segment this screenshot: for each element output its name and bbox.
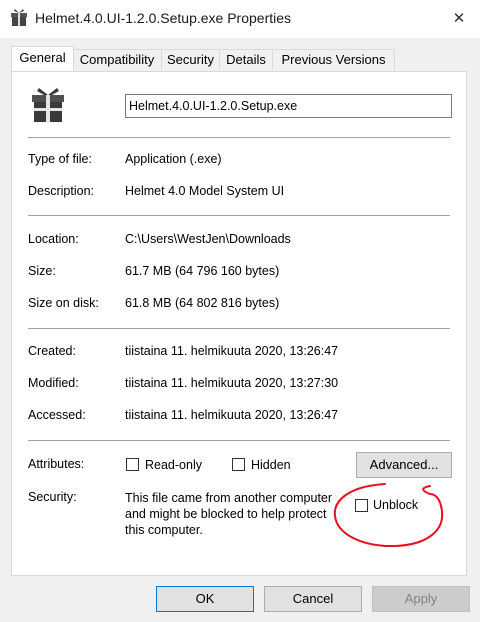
attributes-label: Attributes: <box>28 457 85 471</box>
tab-compatibility[interactable]: Compatibility <box>72 49 162 70</box>
type-value: Application (.exe) <box>125 152 222 166</box>
location-value: C:\Users\WestJen\Downloads <box>125 232 291 246</box>
read-only-checkbox[interactable] <box>126 458 139 471</box>
read-only-label[interactable]: Read-only <box>145 458 202 472</box>
apply-button[interactable]: Apply <box>372 586 470 612</box>
modified-label: Modified: <box>28 376 79 390</box>
close-icon: ✕ <box>452 10 466 27</box>
separator <box>28 215 450 216</box>
unblock-label[interactable]: Unblock <box>373 498 418 512</box>
unblock-checkbox[interactable] <box>355 499 368 512</box>
created-value: tiistaina 11. helmikuuta 2020, 13:26:47 <box>125 344 339 358</box>
size-on-disk-label: Size on disk: <box>28 296 99 310</box>
filename-field[interactable]: Helmet.4.0.UI-1.2.0.Setup.exe <box>125 94 452 118</box>
hidden-checkbox[interactable] <box>232 458 245 471</box>
size-label: Size: <box>28 264 56 278</box>
tab-previous-versions[interactable]: Previous Versions <box>272 49 395 70</box>
tab-security[interactable]: Security <box>161 49 220 70</box>
created-label: Created: <box>28 344 76 358</box>
ok-button[interactable]: OK <box>156 586 254 612</box>
modified-value: tiistaina 11. helmikuuta 2020, 13:27:30 <box>125 376 339 390</box>
tab-details[interactable]: Details <box>219 49 273 70</box>
security-warning-text: This file came from another computer and… <box>125 491 333 537</box>
close-button[interactable]: ✕ <box>442 4 476 34</box>
window-title: Helmet.4.0.UI-1.2.0.Setup.exe Properties <box>35 10 292 26</box>
cancel-button[interactable]: Cancel <box>264 586 362 612</box>
general-panel: Helmet.4.0.UI-1.2.0.Setup.exe Type of fi… <box>11 71 467 576</box>
accessed-label: Accessed: <box>28 408 86 422</box>
advanced-button[interactable]: Advanced... <box>356 452 452 478</box>
description-label: Description: <box>28 184 94 198</box>
size-on-disk-value: 61.8 MB (64 802 816 bytes) <box>125 296 280 310</box>
tab-general[interactable]: General <box>11 46 74 71</box>
title-bar: Helmet.4.0.UI-1.2.0.Setup.exe Properties… <box>0 0 480 38</box>
installer-package-icon <box>32 88 64 122</box>
size-value: 61.7 MB (64 796 160 bytes) <box>125 264 280 278</box>
hidden-label[interactable]: Hidden <box>251 458 291 472</box>
installer-package-icon <box>11 9 27 26</box>
separator <box>28 137 450 138</box>
accessed-value: tiistaina 11. helmikuuta 2020, 13:26:47 <box>125 408 339 422</box>
separator <box>28 328 450 329</box>
description-value: Helmet 4.0 Model System UI <box>125 184 285 198</box>
security-label: Security: <box>28 490 77 504</box>
type-label: Type of file: <box>28 152 92 166</box>
location-label: Location: <box>28 232 79 246</box>
separator <box>28 440 450 441</box>
